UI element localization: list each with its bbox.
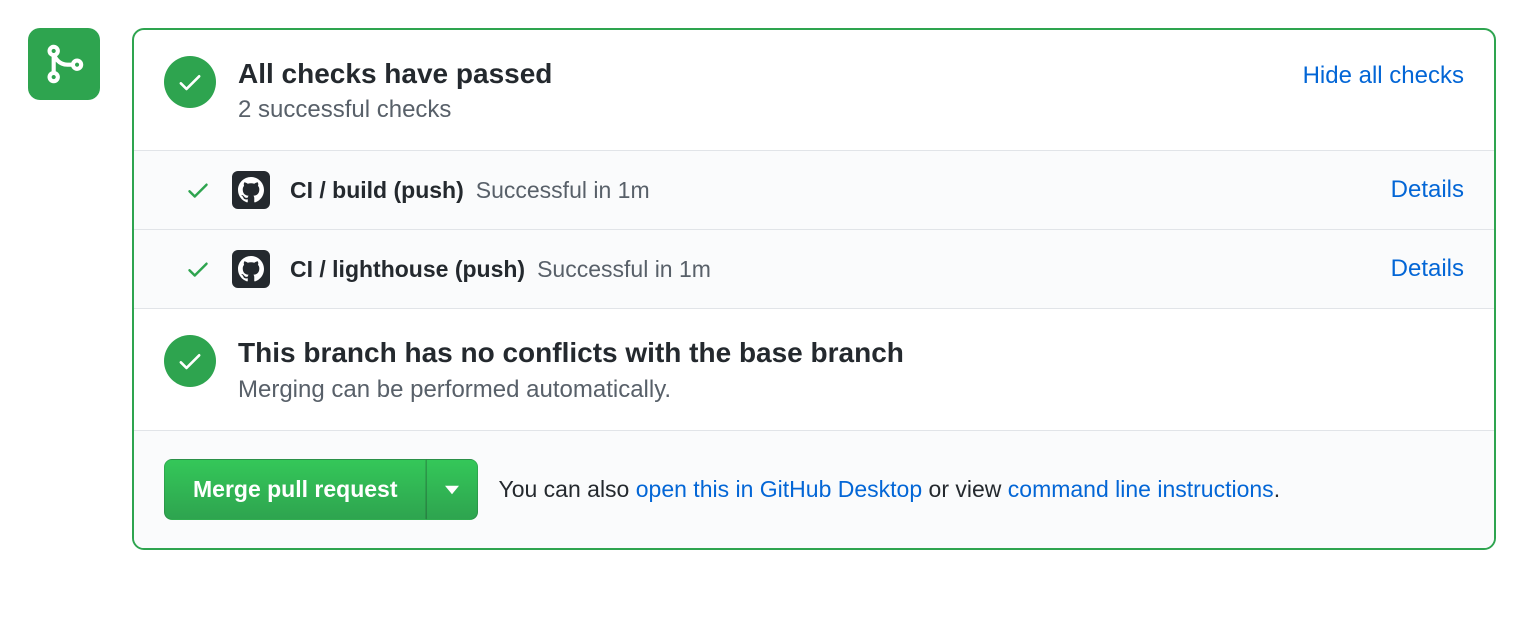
checks-summary-title: All checks have passed bbox=[238, 56, 1281, 92]
check-details-link[interactable]: Details bbox=[1391, 176, 1464, 204]
github-avatar bbox=[232, 250, 270, 288]
github-icon bbox=[238, 256, 264, 282]
check-name: CI / build (push) bbox=[290, 177, 464, 204]
conflicts-subtitle: Merging can be performed automatically. bbox=[238, 376, 1464, 404]
merge-pull-request-button[interactable]: Merge pull request bbox=[164, 459, 426, 521]
check-icon bbox=[176, 68, 204, 96]
check-icon bbox=[185, 177, 211, 203]
success-status-circle bbox=[164, 56, 216, 108]
github-icon bbox=[238, 177, 264, 203]
merge-status-box: All checks have passed 2 successful chec… bbox=[132, 28, 1496, 550]
check-result: Successful in 1m bbox=[476, 177, 650, 204]
caret-down-icon bbox=[445, 485, 459, 495]
timeline-merge-badge bbox=[28, 28, 100, 100]
merge-button-group: Merge pull request bbox=[164, 459, 478, 521]
footer-text-prefix: You can also bbox=[498, 476, 635, 502]
conflicts-section: This branch has no conflicts with the ba… bbox=[134, 309, 1494, 429]
merge-footer: Merge pull request You can also open thi… bbox=[134, 430, 1494, 549]
checks-list: CI / build (push) Successful in 1m Detai… bbox=[134, 150, 1494, 309]
conflicts-title: This branch has no conflicts with the ba… bbox=[238, 335, 1464, 371]
check-result: Successful in 1m bbox=[537, 256, 711, 283]
hide-all-checks-link[interactable]: Hide all checks bbox=[1303, 62, 1464, 90]
check-name: CI / lighthouse (push) bbox=[290, 256, 525, 283]
check-row: CI / lighthouse (push) Successful in 1m … bbox=[134, 230, 1494, 308]
checks-summary-section: All checks have passed 2 successful chec… bbox=[134, 30, 1494, 150]
footer-text-middle: or view bbox=[922, 476, 1008, 502]
command-line-instructions-link[interactable]: command line instructions bbox=[1008, 476, 1274, 502]
merge-dropdown-button[interactable] bbox=[426, 459, 478, 521]
checks-summary-subtitle: 2 successful checks bbox=[238, 96, 1281, 124]
github-avatar bbox=[232, 171, 270, 209]
footer-text-suffix: . bbox=[1274, 476, 1280, 502]
merge-footer-text: You can also open this in GitHub Desktop… bbox=[498, 476, 1280, 503]
check-details-link[interactable]: Details bbox=[1391, 255, 1464, 283]
git-merge-icon bbox=[42, 42, 86, 86]
open-github-desktop-link[interactable]: open this in GitHub Desktop bbox=[636, 476, 922, 502]
check-icon bbox=[185, 256, 211, 282]
check-row: CI / build (push) Successful in 1m Detai… bbox=[134, 151, 1494, 230]
check-icon bbox=[176, 347, 204, 375]
success-status-circle bbox=[164, 335, 216, 387]
